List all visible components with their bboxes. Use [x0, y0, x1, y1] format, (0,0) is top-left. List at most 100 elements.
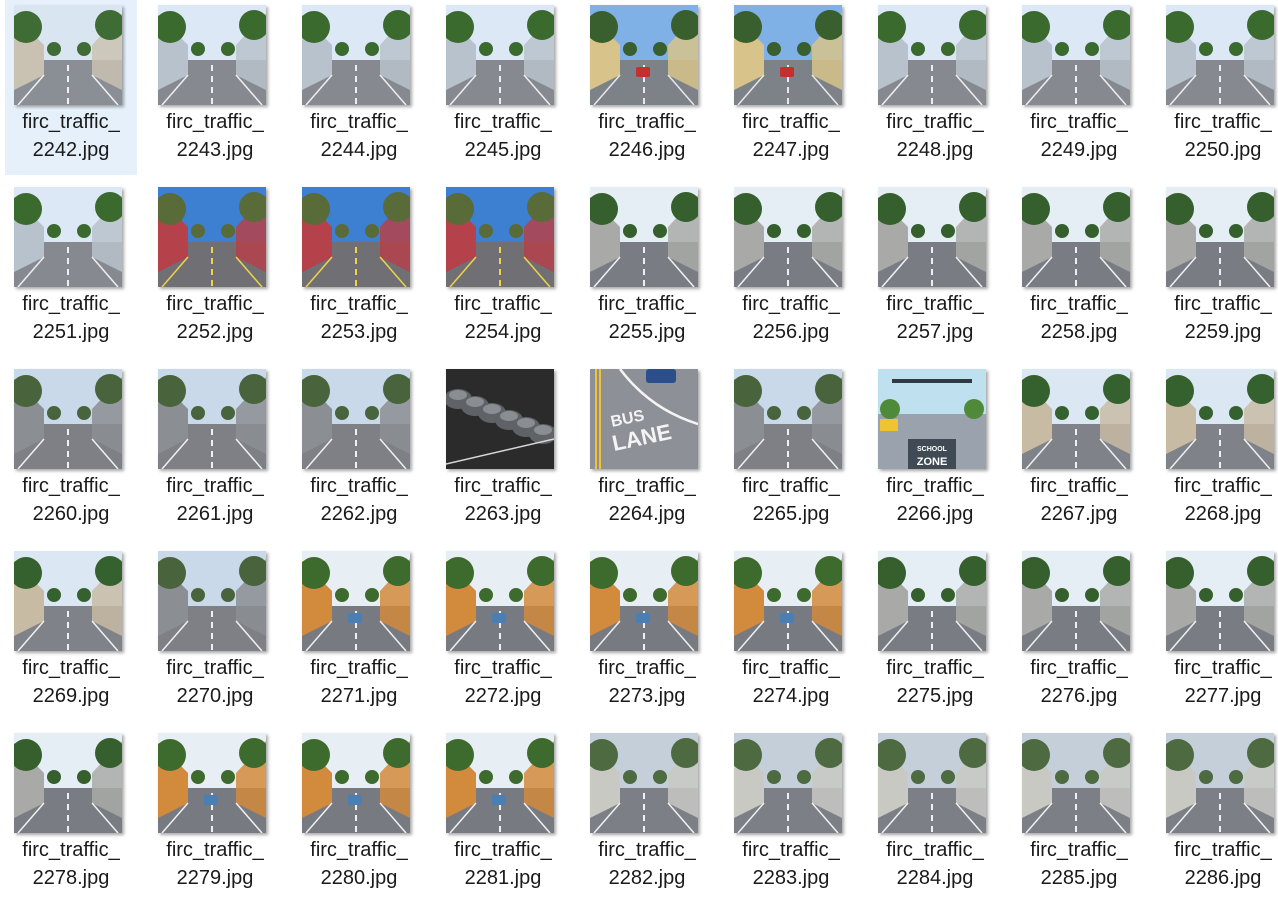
file-item[interactable]: firc_traffic_ 2249.jpg	[1013, 0, 1145, 175]
file-thumbnail[interactable]: BUS LANE	[590, 369, 698, 469]
file-name[interactable]: firc_traffic_ 2266.jpg	[869, 472, 1001, 528]
file-item[interactable]: firc_traffic_ 2285.jpg	[1013, 728, 1145, 903]
file-item[interactable]: firc_traffic_ 2286.jpg	[1157, 728, 1278, 903]
file-thumbnail[interactable]	[878, 5, 986, 105]
file-name[interactable]: firc_traffic_ 2277.jpg	[1157, 654, 1278, 710]
file-item[interactable]: firc_traffic_ 2281.jpg	[437, 728, 569, 903]
file-thumbnail[interactable]	[734, 551, 842, 651]
file-name[interactable]: firc_traffic_ 2268.jpg	[1157, 472, 1278, 528]
file-item[interactable]: firc_traffic_ 2282.jpg	[581, 728, 713, 903]
file-thumbnail[interactable]	[878, 187, 986, 287]
file-thumbnail[interactable]	[1166, 551, 1274, 651]
file-item[interactable]: firc_traffic_ 2244.jpg	[293, 0, 425, 175]
file-item[interactable]: firc_traffic_ 2246.jpg	[581, 0, 713, 175]
file-thumbnail[interactable]	[1022, 733, 1130, 833]
file-name[interactable]: firc_traffic_ 2255.jpg	[581, 290, 713, 346]
file-name[interactable]: firc_traffic_ 2276.jpg	[1013, 654, 1145, 710]
file-item[interactable]: firc_traffic_ 2272.jpg	[437, 546, 569, 721]
file-item[interactable]: firc_traffic_ 2261.jpg	[149, 364, 281, 539]
file-name[interactable]: firc_traffic_ 2262.jpg	[293, 472, 425, 528]
file-item[interactable]: firc_traffic_ 2270.jpg	[149, 546, 281, 721]
file-thumbnail[interactable]	[734, 187, 842, 287]
file-name[interactable]: firc_traffic_ 2254.jpg	[437, 290, 569, 346]
file-thumbnail[interactable]	[446, 551, 554, 651]
file-item[interactable]: firc_traffic_ 2258.jpg	[1013, 182, 1145, 357]
file-name[interactable]: firc_traffic_ 2279.jpg	[149, 836, 281, 892]
file-name[interactable]: firc_traffic_ 2261.jpg	[149, 472, 281, 528]
file-item[interactable]: firc_traffic_ 2248.jpg	[869, 0, 1001, 175]
file-thumbnail[interactable]	[590, 733, 698, 833]
file-item[interactable]: firc_traffic_ 2279.jpg	[149, 728, 281, 903]
file-thumbnail[interactable]	[446, 5, 554, 105]
file-thumbnail[interactable]	[878, 733, 986, 833]
file-item[interactable]: firc_traffic_ 2257.jpg	[869, 182, 1001, 357]
file-name[interactable]: firc_traffic_ 2284.jpg	[869, 836, 1001, 892]
file-item[interactable]: firc_traffic_ 2256.jpg	[725, 182, 857, 357]
file-thumbnail[interactable]	[734, 5, 842, 105]
file-thumbnail[interactable]	[1022, 187, 1130, 287]
file-name[interactable]: firc_traffic_ 2267.jpg	[1013, 472, 1145, 528]
file-thumbnail[interactable]	[1166, 369, 1274, 469]
file-name[interactable]: firc_traffic_ 2281.jpg	[437, 836, 569, 892]
file-name[interactable]: firc_traffic_ 2274.jpg	[725, 654, 857, 710]
file-thumbnail[interactable]	[14, 5, 122, 105]
file-thumbnail[interactable]	[1166, 187, 1274, 287]
file-item[interactable]: firc_traffic_ 2265.jpg	[725, 364, 857, 539]
file-name[interactable]: firc_traffic_ 2278.jpg	[5, 836, 137, 892]
file-item[interactable]: firc_traffic_ 2271.jpg	[293, 546, 425, 721]
file-name[interactable]: firc_traffic_ 2256.jpg	[725, 290, 857, 346]
file-name[interactable]: firc_traffic_ 2283.jpg	[725, 836, 857, 892]
file-name[interactable]: firc_traffic_ 2270.jpg	[149, 654, 281, 710]
file-item[interactable]: firc_traffic_ 2250.jpg	[1157, 0, 1278, 175]
file-name[interactable]: firc_traffic_ 2264.jpg	[581, 472, 713, 528]
file-item[interactable]: firc_traffic_ 2269.jpg	[5, 546, 137, 721]
file-name[interactable]: firc_traffic_ 2269.jpg	[5, 654, 137, 710]
file-thumbnail[interactable]	[158, 551, 266, 651]
file-item[interactable]: firc_traffic_ 2277.jpg	[1157, 546, 1278, 721]
file-thumbnail[interactable]	[1166, 733, 1274, 833]
file-item[interactable]: firc_traffic_ 2283.jpg	[725, 728, 857, 903]
file-thumbnail[interactable]	[302, 369, 410, 469]
file-item[interactable]: firc_traffic_ 2251.jpg	[5, 182, 137, 357]
file-thumbnail[interactable]	[878, 551, 986, 651]
file-thumbnail[interactable]	[14, 733, 122, 833]
file-name[interactable]: firc_traffic_ 2244.jpg	[293, 108, 425, 164]
file-name[interactable]: firc_traffic_ 2250.jpg	[1157, 108, 1278, 164]
file-thumbnail[interactable]	[302, 5, 410, 105]
file-item[interactable]: firc_traffic_ 2267.jpg	[1013, 364, 1145, 539]
file-item[interactable]: firc_traffic_ 2278.jpg	[5, 728, 137, 903]
file-thumbnail[interactable]	[1022, 5, 1130, 105]
file-name[interactable]: firc_traffic_ 2247.jpg	[725, 108, 857, 164]
file-item[interactable]: firc_traffic_ 2263.jpg	[437, 364, 569, 539]
file-thumbnail[interactable]	[158, 5, 266, 105]
file-thumbnail[interactable]	[590, 187, 698, 287]
file-item[interactable]: firc_traffic_ 2254.jpg	[437, 182, 569, 357]
file-name[interactable]: firc_traffic_ 2272.jpg	[437, 654, 569, 710]
file-item[interactable]: firc_traffic_ 2243.jpg	[149, 0, 281, 175]
file-name[interactable]: firc_traffic_ 2286.jpg	[1157, 836, 1278, 892]
file-thumbnail[interactable]	[302, 733, 410, 833]
file-name[interactable]: firc_traffic_ 2252.jpg	[149, 290, 281, 346]
file-name[interactable]: firc_traffic_ 2253.jpg	[293, 290, 425, 346]
file-thumbnail[interactable]	[446, 733, 554, 833]
file-thumbnail[interactable]	[14, 187, 122, 287]
file-name[interactable]: firc_traffic_ 2245.jpg	[437, 108, 569, 164]
file-item[interactable]: firc_traffic_ 2276.jpg	[1013, 546, 1145, 721]
file-name[interactable]: firc_traffic_ 2275.jpg	[869, 654, 1001, 710]
file-name[interactable]: firc_traffic_ 2242.jpg	[5, 108, 137, 164]
file-item[interactable]: firc_traffic_ 2274.jpg	[725, 546, 857, 721]
file-thumbnail[interactable]	[1166, 5, 1274, 105]
file-thumbnail[interactable]	[158, 369, 266, 469]
file-thumbnail[interactable]	[302, 551, 410, 651]
file-name[interactable]: firc_traffic_ 2258.jpg	[1013, 290, 1145, 346]
file-name[interactable]: firc_traffic_ 2243.jpg	[149, 108, 281, 164]
file-item[interactable]: firc_traffic_ 2262.jpg	[293, 364, 425, 539]
file-item[interactable]: firc_traffic_ 2253.jpg	[293, 182, 425, 357]
file-item[interactable]: firc_traffic_ 2245.jpg	[437, 0, 569, 175]
file-item[interactable]: SCHOOL ZONE firc_traffic_ 2266.jpg	[869, 364, 1001, 539]
file-thumbnail[interactable]	[446, 187, 554, 287]
file-item[interactable]: firc_traffic_ 2268.jpg	[1157, 364, 1278, 539]
file-item[interactable]: firc_traffic_ 2273.jpg	[581, 546, 713, 721]
file-thumbnail[interactable]	[302, 187, 410, 287]
file-thumbnail[interactable]	[446, 369, 554, 469]
